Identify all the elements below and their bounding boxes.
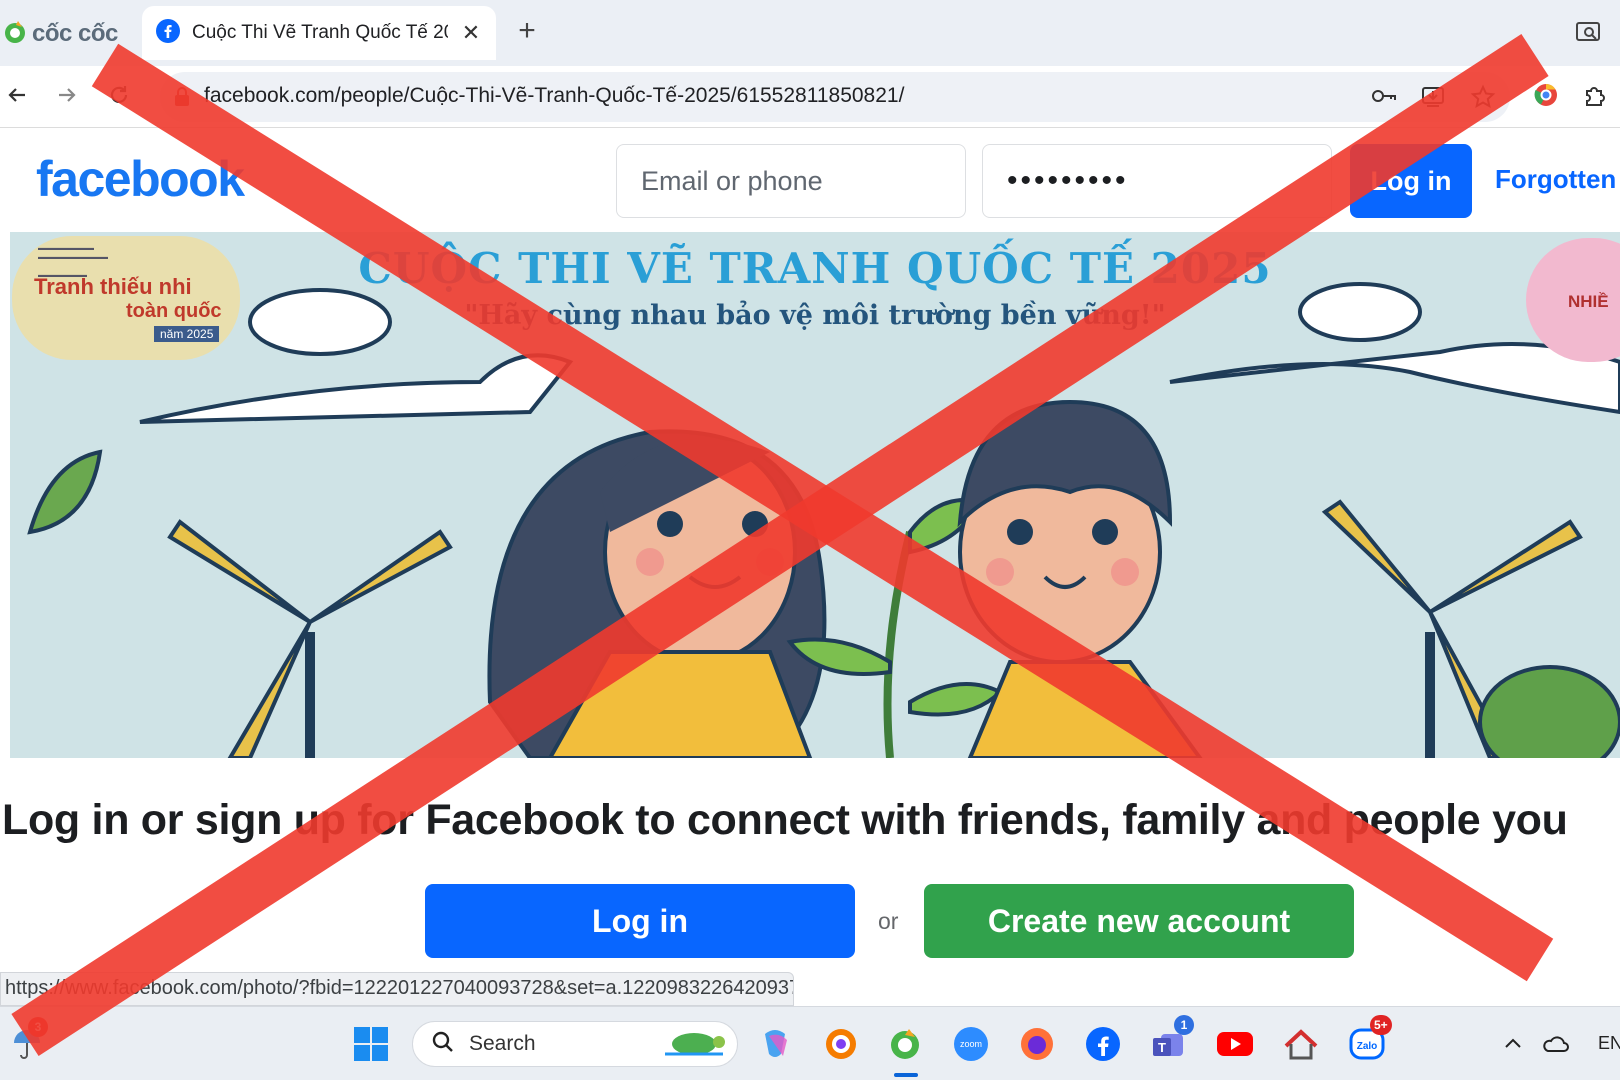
browser-tabbar: cốc cốc Cuộc Thi Vẽ Tranh Quốc Tế 2025 ✕… (0, 0, 1620, 66)
facebook-favicon-icon (156, 18, 180, 48)
browser-tab-active[interactable]: Cuộc Thi Vẽ Tranh Quốc Tế 2025 ✕ (142, 6, 496, 60)
zalo-icon[interactable]: Zalo 5+ (1346, 1015, 1392, 1065)
install-app-icon[interactable] (1420, 84, 1446, 115)
screenshot-root: cốc cốc Cuộc Thi Vẽ Tranh Quốc Tế 2025 ✕… (0, 0, 1620, 1080)
weather-badge: 3 (28, 1017, 48, 1037)
language-indicator[interactable]: EN (1598, 1033, 1620, 1054)
back-arrow-icon[interactable] (0, 78, 34, 112)
badge-left-line1: Tranh thiếu nhi (34, 274, 192, 299)
avast-browser-icon[interactable] (820, 1023, 862, 1065)
turtle-search-highlight-icon (661, 1022, 727, 1067)
reload-icon[interactable] (102, 78, 136, 112)
cover-title: CUỘC THI VẼ TRANH QUỐC TẾ 2025 (358, 244, 1272, 293)
copilot-icon[interactable] (754, 1023, 796, 1065)
taskbar-search-label: Search (469, 1032, 536, 1055)
address-bar[interactable]: facebook.com/people/Cuộc-Thi-Vẽ-Tranh-Qu… (160, 72, 1510, 122)
windows-start-icon[interactable] (350, 1023, 392, 1065)
bookmark-star-icon[interactable] (1470, 84, 1496, 115)
status-url-bubble: https://www.facebook.com/photo/?fbid=122… (0, 972, 794, 1006)
or-separator: or (878, 908, 899, 934)
zalo-badge: 5+ (1370, 1015, 1392, 1035)
teams-badge: 1 (1174, 1015, 1194, 1035)
facebook-logo[interactable]: facebook (36, 150, 245, 208)
url-text[interactable]: facebook.com/people/Cuộc-Thi-Vẽ-Tranh-Qu… (204, 84, 904, 108)
cover-photo[interactable]: CUỘC THI VẼ TRANH QUỐC TẾ 2025 "Hãy cùng… (10, 232, 1620, 758)
site-info-icon[interactable] (172, 86, 192, 113)
password-field[interactable]: ••••••••• (982, 144, 1332, 218)
zoom-icon[interactable]: zoom (950, 1023, 992, 1065)
chevron-up-icon[interactable] (1492, 1023, 1534, 1065)
password-key-icon[interactable] (1370, 84, 1398, 113)
youtube-icon[interactable] (1214, 1023, 1256, 1065)
badge-left-year: năm 2025 (154, 326, 220, 342)
coccoc-logo-icon (2, 19, 28, 50)
svg-text:T: T (1158, 1040, 1166, 1055)
create-account-button[interactable]: Create new account (924, 884, 1354, 958)
tab-close-icon[interactable]: ✕ (460, 20, 482, 46)
badge-left-line2: toàn quốc (126, 300, 222, 322)
coccoc-taskbar-icon[interactable] (884, 1023, 926, 1065)
svg-text:zoom: zoom (960, 1039, 982, 1049)
login-prompt-heading: Log in or sign up for Facebook to connec… (2, 796, 1568, 844)
email-field[interactable]: Email or phone (616, 144, 966, 218)
coccoc-brand-text: cốc cốc (32, 20, 118, 47)
home-app-icon[interactable] (1280, 1023, 1322, 1065)
svg-text:Zalo: Zalo (1357, 1041, 1378, 1052)
firefox-icon[interactable] (1016, 1023, 1058, 1065)
tab-search-icon[interactable] (1574, 18, 1602, 51)
forgotten-password-link[interactable]: Forgotten (1495, 164, 1616, 195)
facebook-header: facebook Email or phone ••••••••• Log in… (0, 128, 1620, 232)
onedrive-cloud-icon[interactable] (1534, 1023, 1576, 1065)
coccoc-brand[interactable]: cốc cốc (2, 16, 118, 52)
chrome-extension-icon[interactable] (1533, 82, 1559, 113)
cover-subtitle: "Hãy cùng nhau bảo vệ môi trường bền vữn… (464, 300, 1166, 331)
forward-arrow-icon[interactable] (50, 78, 84, 112)
windows-taskbar: 3 Search zoom T 1 Zalo 5+ EN (0, 1006, 1620, 1080)
taskbar-search-box[interactable]: Search (412, 1021, 738, 1067)
header-login-button[interactable]: Log in (1350, 144, 1472, 218)
browser-toolbar: facebook.com/people/Cuộc-Thi-Vẽ-Tranh-Qu… (0, 66, 1620, 128)
extensions-puzzle-icon[interactable] (1582, 82, 1608, 113)
new-tab-button[interactable]: + (512, 14, 542, 48)
login-button[interactable]: Log in (425, 884, 855, 958)
search-icon (431, 1030, 455, 1059)
facebook-taskbar-icon[interactable] (1082, 1023, 1124, 1065)
tab-title: Cuộc Thi Vẽ Tranh Quốc Tế 2025 (192, 22, 448, 43)
teams-icon[interactable]: T 1 (1148, 1015, 1194, 1065)
contest-badge-left: ▬▬▬▬▬▬▬▬ ▬▬▬▬▬▬▬▬▬▬ ▬▬▬▬▬▬▬ Tranh thiếu nh… (12, 236, 240, 360)
weather-widget-icon[interactable]: 3 (6, 1017, 48, 1065)
active-app-indicator (894, 1073, 918, 1077)
badge-right-text: NHIỀ (1568, 292, 1609, 311)
